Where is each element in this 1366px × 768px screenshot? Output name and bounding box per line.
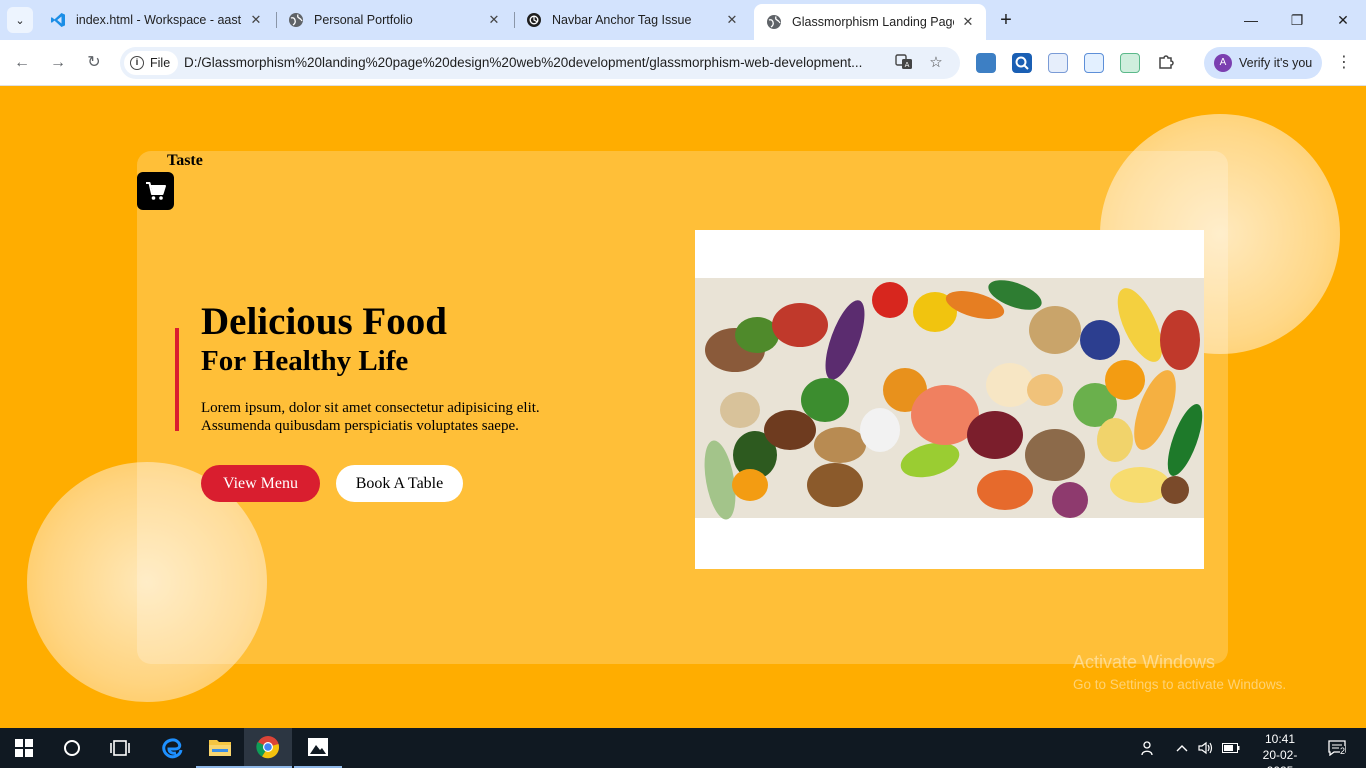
tab-title: index.html - Workspace - aasth <box>76 13 242 27</box>
extensions-puzzle-icon[interactable] <box>1156 53 1176 73</box>
forward-button[interactable]: → <box>45 50 71 76</box>
search-circle-icon <box>64 740 80 756</box>
browser-toolbar: ← → ↻ i File D:/Glassmorphism%20landing%… <box>0 40 1366 86</box>
tab-vscode[interactable]: index.html - Workspace - aasth ✕ <box>38 4 274 36</box>
taskbar-edge[interactable] <box>148 728 196 768</box>
windows-logo-icon <box>15 739 33 757</box>
url-text[interactable]: D:/Glassmorphism%20landing%20page%20desi… <box>184 47 884 79</box>
shopping-cart-icon <box>145 182 166 200</box>
folder-icon <box>209 740 231 756</box>
edge-icon <box>162 738 183 759</box>
arrow-left-icon: ← <box>14 54 30 71</box>
back-button[interactable]: ← <box>9 50 35 76</box>
windows-taskbar: 10:41 20-02-2025 2 <box>0 728 1366 768</box>
profile-verify-button[interactable]: A Verify it's you <box>1204 47 1322 79</box>
globe-icon <box>766 14 782 30</box>
tab-title: Personal Portfolio <box>314 13 413 27</box>
system-clock[interactable]: 10:41 20-02-2025 <box>1252 731 1308 768</box>
browser-tabstrip: ⌄ index.html - Workspace - aasth ✕ Perso… <box>0 0 1366 40</box>
accent-bar <box>175 328 179 431</box>
search-button[interactable] <box>48 728 96 768</box>
food-image <box>695 230 1204 569</box>
taskbar-photos[interactable] <box>294 728 342 768</box>
reload-button[interactable]: ↻ <box>81 50 107 76</box>
landing-page: Taste Delicious Food For Healthy Life Lo… <box>0 87 1366 728</box>
extension-4-icon[interactable] <box>1084 53 1104 73</box>
taskbar-chrome[interactable] <box>244 728 292 768</box>
photos-icon <box>308 738 328 756</box>
minimize-button[interactable]: — <box>1228 8 1274 32</box>
reload-icon: ↻ <box>87 54 101 71</box>
more-menu-icon[interactable]: ⋮ <box>1334 50 1354 76</box>
extension-search-icon[interactable] <box>1012 53 1032 73</box>
close-icon[interactable]: ✕ <box>724 12 740 28</box>
site-logo[interactable]: Taste <box>167 152 203 170</box>
tab-search-button[interactable]: ⌄ <box>7 7 33 33</box>
start-button[interactable] <box>0 728 48 768</box>
svg-text:A: A <box>905 61 910 69</box>
close-icon[interactable]: ✕ <box>486 12 502 28</box>
site-info-chip[interactable]: i File <box>124 51 179 75</box>
extension-5-icon[interactable] <box>1120 53 1140 73</box>
restore-button[interactable]: ❐ <box>1274 8 1320 32</box>
view-menu-button[interactable]: View Menu <box>201 465 320 502</box>
activate-windows-title: Activate Windows <box>1073 652 1216 672</box>
extension-3-icon[interactable] <box>1048 53 1068 73</box>
taskbar-file-explorer[interactable] <box>196 728 244 768</box>
notification-center-button[interactable]: 2 <box>1320 728 1354 768</box>
close-icon: ✕ <box>1337 12 1349 28</box>
people-icon[interactable] <box>1136 728 1160 768</box>
extension-1-icon[interactable] <box>976 53 996 73</box>
close-icon[interactable]: ✕ <box>960 14 976 30</box>
tab-title: Glassmorphism Landing Page <box>792 15 954 29</box>
close-window-button[interactable]: ✕ <box>1320 8 1366 32</box>
verify-label: Verify it's you <box>1239 56 1313 70</box>
tab-glassmorphism-landing[interactable]: Glassmorphism Landing Page ✕ <box>754 4 986 40</box>
chevron-down-icon: ⌄ <box>15 14 25 27</box>
tab-personal-portfolio[interactable]: Personal Portfolio ✕ <box>276 4 512 36</box>
site-info-label: File <box>150 56 171 70</box>
minimize-icon: — <box>1244 12 1258 28</box>
notification-count: 2 <box>1340 746 1346 756</box>
chrome-icon <box>256 736 280 759</box>
task-view-button[interactable] <box>96 728 144 768</box>
avatar: A <box>1214 54 1232 72</box>
openai-icon <box>526 12 542 28</box>
task-view-icon <box>110 740 130 756</box>
translate-icon[interactable]: A <box>894 53 914 73</box>
book-table-button[interactable]: Book A Table <box>336 465 463 502</box>
new-tab-button[interactable]: + <box>994 9 1018 33</box>
restore-icon: ❐ <box>1290 12 1304 28</box>
tab-navbar-anchor[interactable]: Navbar Anchor Tag Issue ✕ <box>514 4 750 36</box>
clock-date: 20-02-2025 <box>1262 748 1298 768</box>
clock-time: 10:41 <box>1264 732 1296 746</box>
chevron-up-icon[interactable] <box>1172 728 1192 768</box>
battery-icon[interactable] <box>1220 728 1242 768</box>
vscode-icon <box>50 12 66 28</box>
activate-windows-subtitle: Go to Settings to activate Windows. <box>1073 677 1287 692</box>
arrow-right-icon: → <box>50 54 66 71</box>
cart-button[interactable] <box>137 172 174 210</box>
address-bar[interactable]: i File D:/Glassmorphism%20landing%20page… <box>120 47 960 79</box>
close-icon[interactable]: ✕ <box>248 12 264 28</box>
globe-icon <box>288 12 304 28</box>
bookmark-star-icon[interactable]: ☆ <box>926 53 946 73</box>
volume-icon[interactable] <box>1196 728 1216 768</box>
hero-subtitle: For Healthy Life <box>201 345 409 377</box>
info-icon: i <box>130 56 144 70</box>
tab-title: Navbar Anchor Tag Issue <box>552 13 692 27</box>
hero-description: Lorem ipsum, dolor sit amet consectetur … <box>201 400 540 434</box>
hero-title: Delicious Food <box>201 300 447 343</box>
